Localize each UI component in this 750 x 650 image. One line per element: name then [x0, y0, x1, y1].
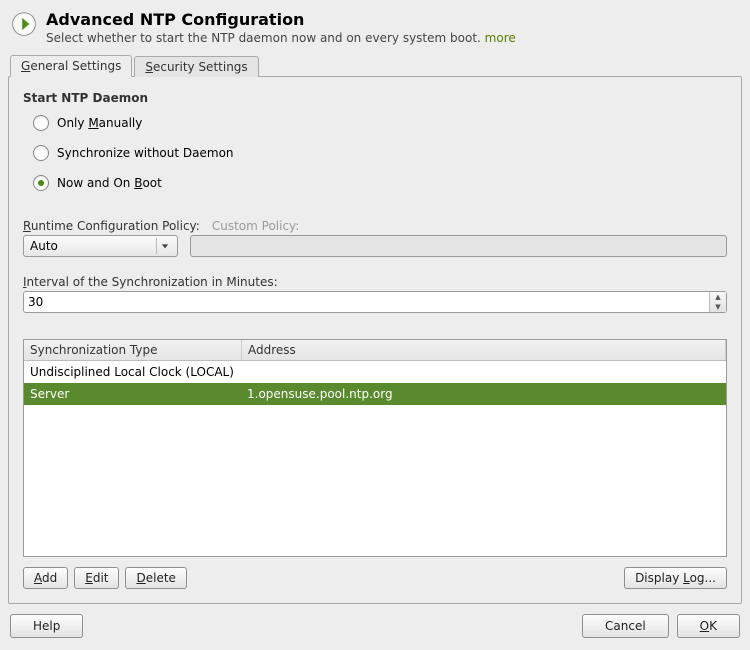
tab-security-settings[interactable]: Security Settings	[134, 56, 258, 77]
page-header: Advanced NTP Configuration Select whethe…	[0, 0, 750, 51]
col-address[interactable]: Address	[242, 340, 726, 360]
radio-label: Now and On Boot	[57, 176, 162, 190]
tab-general-settings[interactable]: General Settings	[10, 55, 132, 77]
table-row[interactable]: Server 1.opensuse.pool.ntp.org	[24, 383, 726, 405]
interval-spinbox[interactable]: 30 ▲ ▼	[23, 291, 727, 313]
tab-panel-general: Start NTP Daemon Only Manually Synchroni…	[8, 76, 742, 604]
select-value: Auto	[30, 239, 58, 253]
radio-label: Only Manually	[57, 116, 142, 130]
display-log-button[interactable]: Display Log...	[624, 567, 727, 589]
interval-label: Interval of the Synchronization in Minut…	[23, 275, 727, 289]
chevron-down-icon	[156, 238, 173, 254]
radio-icon	[33, 175, 49, 191]
runtime-policy-label: Runtime Configuration Policy:	[23, 219, 200, 233]
app-icon	[10, 10, 38, 38]
radio-now-and-on-boot[interactable]: Now and On Boot	[33, 175, 727, 191]
ntp-config-window: Advanced NTP Configuration Select whethe…	[0, 0, 750, 650]
cancel-button[interactable]: Cancel	[582, 614, 669, 638]
dialog-footer: Help Cancel OK	[0, 604, 750, 650]
table-body: Undisciplined Local Clock (LOCAL) Server…	[24, 361, 726, 556]
custom-policy-input	[190, 235, 727, 257]
table-header: Synchronization Type Address	[24, 340, 726, 361]
custom-policy-label: Custom Policy:	[212, 219, 299, 233]
ok-button[interactable]: OK	[677, 614, 740, 638]
col-sync-type[interactable]: Synchronization Type	[24, 340, 242, 360]
edit-button[interactable]: Edit	[74, 567, 119, 589]
delete-button[interactable]: Delete	[125, 567, 186, 589]
radio-icon	[33, 145, 49, 161]
cell-address	[241, 363, 726, 381]
table-row[interactable]: Undisciplined Local Clock (LOCAL)	[24, 361, 726, 383]
page-subtitle: Select whether to start the NTP daemon n…	[46, 31, 740, 45]
spin-arrows[interactable]: ▲ ▼	[709, 292, 726, 312]
radio-only-manually[interactable]: Only Manually	[33, 115, 727, 131]
sync-sources-table[interactable]: Synchronization Type Address Undisciplin…	[23, 339, 727, 557]
arrow-down-icon[interactable]: ▼	[710, 302, 726, 312]
radio-label: Synchronize without Daemon	[57, 146, 234, 160]
radio-sync-without-daemon[interactable]: Synchronize without Daemon	[33, 145, 727, 161]
runtime-policy-select[interactable]: Auto	[23, 235, 178, 257]
page-title: Advanced NTP Configuration	[46, 10, 740, 29]
more-link[interactable]: more	[485, 31, 516, 45]
help-button[interactable]: Help	[10, 614, 83, 638]
interval-value[interactable]: 30	[24, 292, 709, 312]
cell-address: 1.opensuse.pool.ntp.org	[241, 385, 726, 403]
arrow-up-icon[interactable]: ▲	[710, 292, 726, 302]
add-button[interactable]: Add	[23, 567, 68, 589]
cell-type: Undisciplined Local Clock (LOCAL)	[24, 363, 241, 381]
daemon-group-title: Start NTP Daemon	[23, 91, 727, 105]
cell-type: Server	[24, 385, 241, 403]
radio-icon	[33, 115, 49, 131]
tab-strip: General Settings Security Settings	[8, 55, 742, 77]
